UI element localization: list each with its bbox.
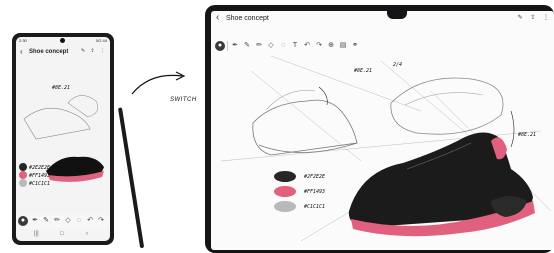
tablet-annotation-label: 2/4 [393, 62, 403, 68]
tablet-screen: ‹ Shoe concept ✎ ⇪ ⋮ ● ✒ ✎ ✏ ◇ ◌ T ↶ ↷ ⊕… [211, 11, 554, 250]
color-swatch-pink [274, 186, 296, 197]
phone-status-indicators: 5G 44 [96, 38, 107, 43]
s-pen-stylus [118, 107, 145, 249]
tablet-annotation-label: #8E.21 [518, 132, 537, 138]
phone-nav-bar: ||| □ ‹ [16, 231, 110, 241]
phone-header-icons[interactable]: ✎ ⇪ ⋮ [81, 48, 107, 54]
marker-icon[interactable]: ✎ [41, 215, 51, 227]
chevron-left-icon[interactable]: ‹ [216, 12, 219, 23]
phone-app-header: ‹ Shoe concept ✎ ⇪ ⋮ [16, 45, 110, 59]
phone-color-label: #2E2E2E [29, 165, 51, 171]
tablet-sketch-canvas[interactable] [211, 51, 554, 250]
home-icon[interactable]: □ [60, 231, 64, 237]
pencil-icon[interactable]: ✏ [52, 215, 62, 227]
color-swatch-dark [274, 171, 296, 182]
phone-note-title: Shoe concept [29, 49, 69, 55]
lasso-icon[interactable]: ◌ [74, 215, 84, 227]
redo-icon[interactable]: ↷ [96, 215, 106, 227]
color-swatch-label: #FF1493 [304, 189, 326, 195]
pen-tool-icon[interactable]: ● [18, 216, 28, 226]
phone-toolbar: ● ✒ ✎ ✏ ◇ ◌ ↶ ↷ [16, 215, 110, 229]
undo-icon[interactable]: ↶ [85, 215, 95, 227]
recent-apps-icon[interactable]: ||| [34, 231, 39, 237]
pen-tool-icon[interactable]: ● [215, 41, 225, 51]
phone-screen: 2:30 5G 44 ‹ Shoe concept ✎ ⇪ ⋮ #8E.21 #… [16, 37, 110, 241]
color-swatch-label: #C1C1C1 [304, 204, 326, 210]
phone-color-label: #FF1493 [29, 173, 51, 179]
color-swatch-gray [274, 201, 296, 212]
back-icon[interactable]: ‹ [86, 231, 88, 237]
tablet-annotation-label: #8E.21 [354, 68, 373, 74]
tablet-header-icons[interactable]: ✎ ⇪ ⋮ [518, 14, 552, 21]
phone-status-time: 2:30 [19, 38, 27, 43]
eraser-icon[interactable]: ◇ [63, 215, 73, 227]
phone-annotation-label: #8E.21 [52, 85, 71, 91]
tablet-app-header: ‹ Shoe concept ✎ ⇪ ⋮ [211, 11, 554, 27]
fountain-pen-icon[interactable]: ✒ [30, 215, 40, 227]
switch-label: SWITCH [170, 97, 197, 103]
chevron-left-icon[interactable]: ‹ [20, 47, 23, 56]
switch-arrow-icon [131, 71, 186, 95]
tablet-note-title: Shoe concept [226, 15, 269, 22]
toolbar-divider [227, 41, 228, 51]
front-camera [60, 38, 65, 43]
color-swatch-label: #2F2E2E [304, 174, 326, 180]
phone-color-label: #C1C1C1 [29, 181, 51, 187]
